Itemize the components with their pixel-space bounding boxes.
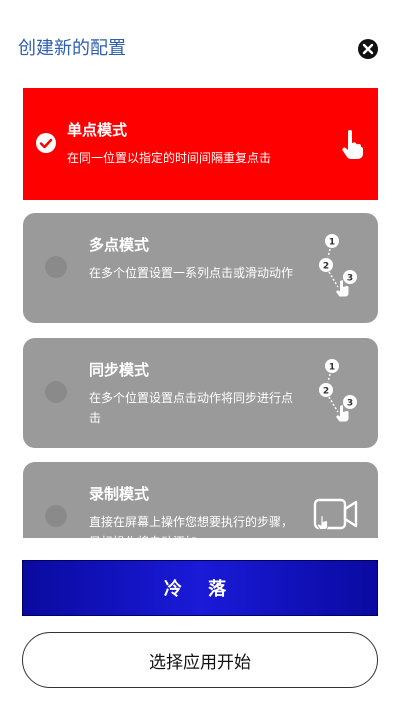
- radio-button[interactable]: [45, 505, 67, 527]
- mode-title: 同步模式: [89, 361, 150, 379]
- svg-text:1: 1: [329, 238, 335, 248]
- select-app-start-button[interactable]: 选择应用开始: [22, 632, 378, 688]
- mode-card-sync[interactable]: 同步模式 在多个位置设置点击动作将同步进行点击 1 2 3: [23, 338, 378, 448]
- record-video-icon: [313, 498, 358, 530]
- mode-card-multi[interactable]: 多点模式 在多个位置设置一系列点击或滑动动作 1 2 3: [23, 213, 378, 323]
- create-config-sheet: 创建新的配置 单点模式 在同一位置以指定的时间间隔重复点击 多点模式 在多个位置…: [0, 0, 400, 710]
- svg-text:2: 2: [323, 262, 329, 272]
- svg-text:2: 2: [323, 387, 329, 397]
- svg-text:3: 3: [347, 399, 353, 409]
- mode-list[interactable]: 单点模式 在同一位置以指定的时间间隔重复点击 多点模式 在多个位置设置一系列点击…: [0, 88, 400, 538]
- svg-text:3: 3: [347, 274, 353, 284]
- svg-text:1: 1: [329, 363, 335, 373]
- radio-button[interactable]: [45, 256, 67, 278]
- mode-description: 在多个位置设置点击动作将同步进行点击: [89, 391, 294, 425]
- close-icon: [362, 43, 374, 55]
- sync-tap-icon: 1 2 3: [319, 359, 357, 422]
- tap-hand-icon: [342, 130, 363, 159]
- mode-title: 多点模式: [89, 236, 150, 254]
- mode-card-single[interactable]: 单点模式 在同一位置以指定的时间间隔重复点击: [23, 88, 378, 200]
- multi-tap-icon: 1 2 3: [319, 234, 357, 297]
- cooldown-button[interactable]: 冷 落: [22, 560, 378, 616]
- mode-title: 单点模式: [67, 121, 128, 139]
- page-title: 创建新的配置: [18, 38, 126, 59]
- mode-description: 在同一位置以指定的时间间隔重复点击: [67, 151, 272, 165]
- mode-card-record[interactable]: 录制模式 直接在屏幕上操作您想要执行的步骤，目标操作将自动添加: [23, 462, 378, 538]
- mode-description: 直接在屏幕上操作您想要执行的步骤，目标操作将自动添加: [89, 515, 294, 538]
- mode-description: 在多个位置设置一系列点击或滑动动作: [89, 266, 294, 280]
- check-icon: [36, 133, 56, 153]
- close-button[interactable]: [358, 39, 378, 59]
- radio-button[interactable]: [45, 381, 67, 403]
- mode-title: 录制模式: [89, 485, 150, 503]
